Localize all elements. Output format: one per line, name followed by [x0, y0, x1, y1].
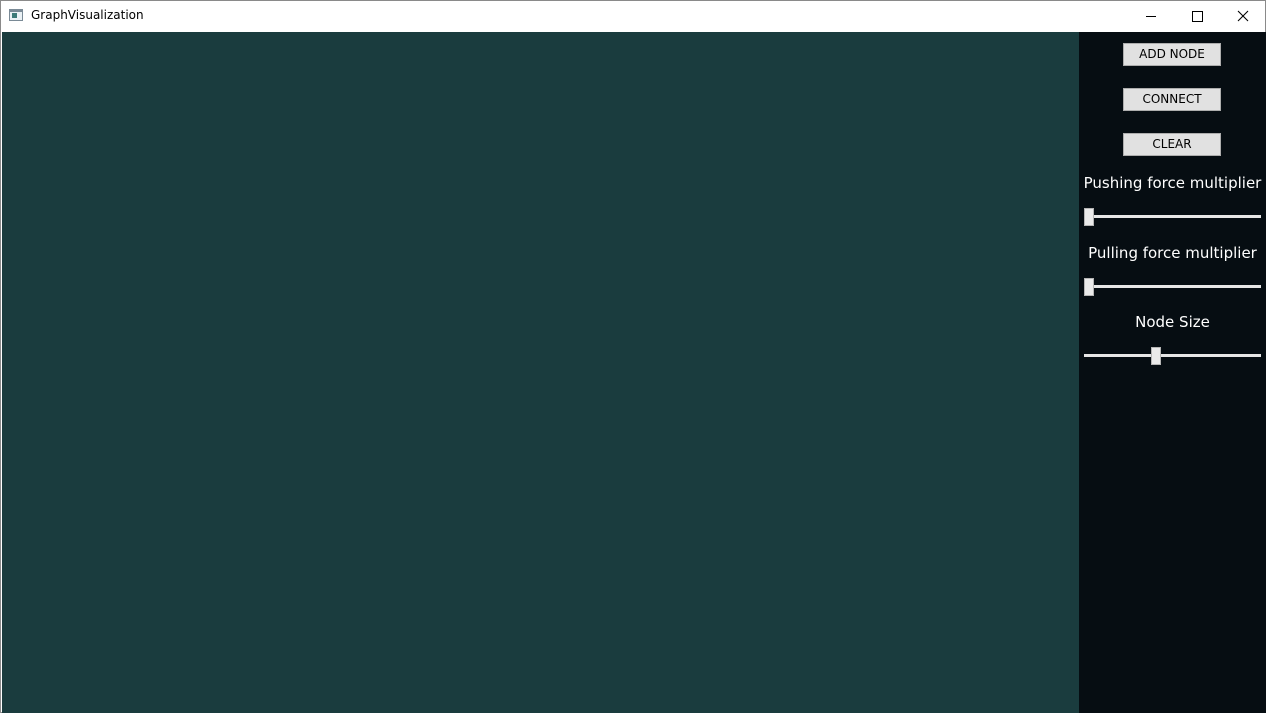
add-node-button[interactable]: ADD NODE: [1123, 43, 1221, 66]
close-icon: [1237, 10, 1249, 22]
minimize-icon: [1146, 16, 1156, 17]
clear-button[interactable]: CLEAR: [1123, 133, 1221, 156]
app-window: GraphVisualization ADD NODE CONNECT CLEA…: [0, 0, 1266, 713]
title-bar[interactable]: GraphVisualization: [1, 1, 1265, 31]
close-button[interactable]: [1220, 1, 1266, 31]
slider-track[interactable]: [1084, 354, 1261, 357]
control-panel: ADD NODE CONNECT CLEAR Pushing force mul…: [1079, 32, 1266, 713]
pulling-force-label: Pulling force multiplier: [1088, 244, 1257, 262]
app-icon: [9, 9, 23, 21]
minimize-button[interactable]: [1128, 1, 1174, 31]
maximize-button[interactable]: [1174, 1, 1220, 31]
node-size-label: Node Size: [1135, 313, 1210, 331]
slider-track[interactable]: [1084, 215, 1261, 218]
maximize-icon: [1192, 11, 1203, 22]
pushing-force-slider[interactable]: [1084, 207, 1261, 227]
graph-canvas[interactable]: [2, 32, 1079, 713]
slider-thumb[interactable]: [1084, 278, 1094, 296]
window-title: GraphVisualization: [31, 8, 144, 22]
connect-button[interactable]: CONNECT: [1123, 88, 1221, 111]
pushing-force-label: Pushing force multiplier: [1083, 174, 1262, 192]
pulling-force-slider[interactable]: [1084, 277, 1261, 297]
node-size-slider[interactable]: [1084, 346, 1261, 366]
slider-thumb[interactable]: [1151, 347, 1161, 365]
slider-thumb[interactable]: [1084, 208, 1094, 226]
slider-track[interactable]: [1084, 285, 1261, 288]
